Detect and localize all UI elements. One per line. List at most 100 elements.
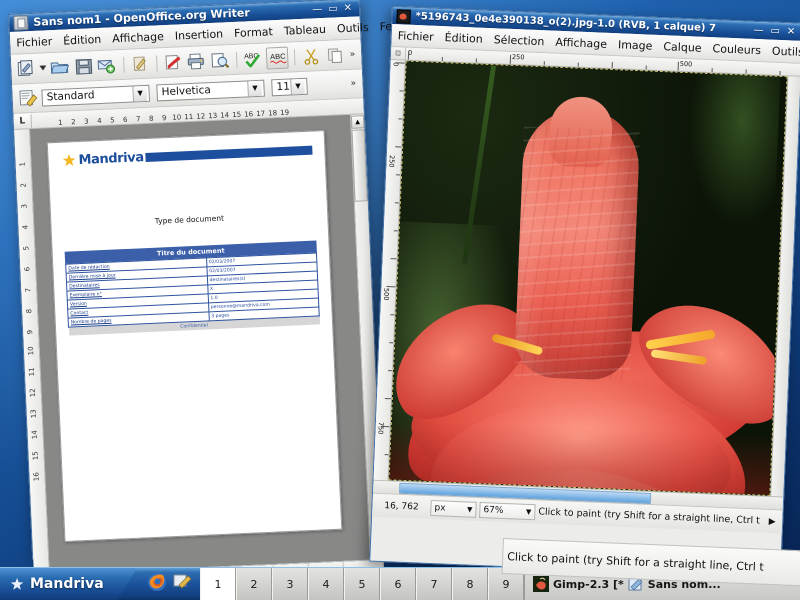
hruler-tick-13: 13 [208,111,218,121]
firefox-icon[interactable] [147,572,167,596]
pointer-position: 16, 762 [384,500,419,513]
cancel-icon[interactable]: ▶ [765,516,779,527]
virtual-desktop-pager[interactable]: 123456789 [200,568,524,600]
writer-canvas[interactable]: Mandriva Type de document Titre du docum… [30,114,370,574]
pager-4[interactable]: 4 [308,568,344,600]
more-toolbar-icon[interactable]: » [347,44,357,64]
pager-1[interactable]: 1 [200,568,236,600]
scrollbar-thumb[interactable] [351,129,368,202]
document-page[interactable]: Mandriva Type de document Titre du docum… [46,130,343,543]
paragraph-style-icon[interactable] [16,88,39,109]
new-document-icon[interactable] [15,58,36,79]
hruler-tick-1: 1 [57,118,63,127]
toolbar-separator [155,54,158,71]
tab-stop-selector[interactable]: L [13,113,33,129]
close-icon[interactable]: ✕ [343,3,352,14]
menu-tableau[interactable]: Tableau [283,22,326,37]
writer-window-controls[interactable]: — ▭ ✕ [312,3,355,16]
chevron-down-icon[interactable]: ▼ [290,78,305,94]
font-size-combo[interactable]: 11 ▼ [271,77,308,96]
quick-mask-toggle[interactable] [373,479,388,494]
pager-6[interactable]: 6 [380,568,416,600]
print-icon[interactable] [186,51,207,72]
toolbar-separator [294,48,296,65]
menu-fichier[interactable]: Fichier [16,35,52,50]
edit-file-icon[interactable] [129,53,150,74]
document-type-text: Type de document [154,213,225,226]
gimp-menu-affichage[interactable]: Affichage [555,35,607,50]
zoom-combo[interactable]: 67% ▼ [479,501,536,520]
open-folder-icon[interactable] [50,57,71,78]
pager-2[interactable]: 2 [236,568,272,600]
font-name-combo[interactable]: Helvetica ▼ [156,79,265,101]
menu-outils[interactable]: Outils [337,20,369,34]
task-writer[interactable]: Sans nom... [628,576,721,592]
task-list[interactable]: Gimp-2.3 [* Sans nom... [524,568,800,600]
minimize-icon[interactable]: — [753,25,763,36]
vruler-tick-4: 4 [21,224,30,230]
task-gimp-label: Gimp-2.3 [* [553,577,624,591]
document-info-table: Titre du document Date de rédaction 02/03… [64,240,320,336]
pager-8[interactable]: 8 [452,568,488,600]
autospellcheck-icon[interactable]: ABC [265,46,289,70]
menu-edition[interactable]: Édition [63,32,102,47]
close-icon[interactable]: ✕ [787,26,796,37]
minimize-icon[interactable]: — [312,4,322,15]
gimp-menu-couleurs[interactable]: Couleurs [712,42,761,57]
gimp-menu-image[interactable]: Image [618,38,653,52]
menu-insertion[interactable]: Insertion [175,27,224,42]
chevron-down-icon[interactable]: ▼ [526,507,532,515]
vruler-tick-9: 9 [26,329,35,335]
document-type-line: Type de document [63,210,315,230]
scroll-up-arrow[interactable]: ▲ [350,115,365,129]
taskbar[interactable]: Mandriva 123456789 Gimp-2.3 [* Sans nom.… [0,567,800,600]
quick-launch-bar[interactable] [137,568,200,600]
gimp-menu-outils[interactable]: Outils [772,44,800,58]
paragraph-style-combo[interactable]: Standard ▼ [41,84,151,107]
openoffice-writer-window[interactable]: Sans nom1 - OpenOffice.org Writer — ▭ ✕ … [8,0,448,593]
gimp-window-controls[interactable]: — ▭ ✕ [753,25,798,38]
show-desktop-icon[interactable] [172,572,192,596]
writer-icon [13,15,29,31]
spellcheck-icon[interactable]: ABC [242,48,263,69]
export-pdf-icon[interactable] [163,52,184,73]
task-gimp[interactable]: Gimp-2.3 [* [533,576,624,592]
vruler-tick-11: 11 [27,367,37,377]
pager-3[interactable]: 3 [272,568,308,600]
save-icon[interactable] [73,56,94,77]
gimp-menu-edition[interactable]: Édition [444,31,483,46]
hruler-tick-14: 14 [220,111,230,120]
chevron-down-icon[interactable]: ▼ [467,505,473,513]
hruler-tick-15: 15 [232,110,242,120]
writer-document-area[interactable]: 1 2 3 4 5 6 7 8 9 10 11 12 13 14 15 16 Mandriva Type de… [14,114,384,575]
maximize-icon[interactable]: ▭ [328,3,338,14]
new-dropdown-arrow[interactable] [38,58,47,78]
copy-icon[interactable] [324,45,345,66]
menu-affichage[interactable]: Affichage [112,30,164,45]
gimp-menu-fichier[interactable]: Fichier [398,29,434,43]
gimp-menu-selection[interactable]: Sélection [493,33,544,48]
vruler-tick-1: 1 [18,161,27,167]
pager-5[interactable]: 5 [344,568,380,600]
unit-combo[interactable]: px ▼ [430,499,477,518]
pager-7[interactable]: 7 [416,568,452,600]
print-preview-icon[interactable] [209,50,230,71]
cut-icon[interactable] [301,46,322,67]
more-format-icon[interactable]: » [348,73,359,93]
hruler-tick-9: 9 [161,114,167,123]
menu-format[interactable]: Format [234,25,273,40]
chevron-down-icon[interactable]: ▼ [247,80,262,96]
hruler-label-250: 250 [511,52,525,62]
ruler-origin-icon[interactable]: ⊡ [390,47,407,61]
hruler-tick-7: 7 [135,115,141,124]
hruler-tick-3: 3 [83,117,89,126]
gimp-image-canvas[interactable] [388,60,788,496]
email-document-icon[interactable] [96,55,117,76]
pager-9[interactable]: 9 [488,568,524,600]
start-button[interactable]: Mandriva [0,568,137,600]
maximize-icon[interactable]: ▭ [770,26,780,37]
gimp-menu-calque[interactable]: Calque [663,40,702,55]
gimp-image-window[interactable]: *5196743_0e4e390138_o(2).jpg-1.0 (RVB, 1… [369,6,800,579]
gimp-canvas-row[interactable]: 0 250 500 750 [373,59,800,497]
chevron-down-icon[interactable]: ▼ [132,85,147,102]
